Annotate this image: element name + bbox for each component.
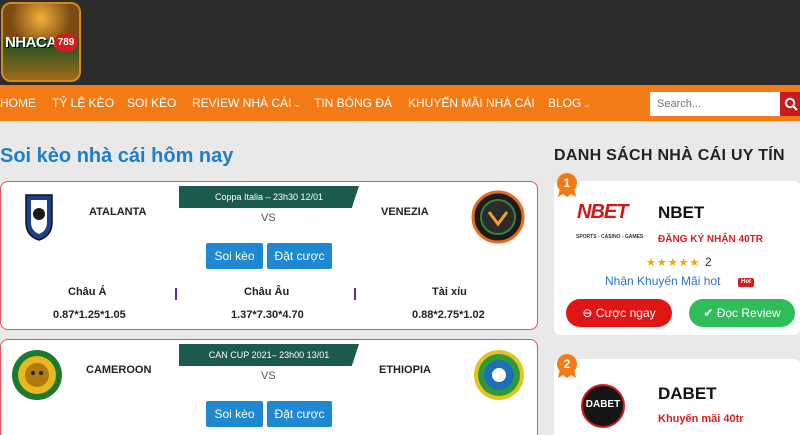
odds-label-over-under: Tài xỉu [432,286,467,298]
search-icon [784,97,798,111]
read-review-label: Đọc Review [716,306,781,320]
chevron-down-icon: ⌄ [583,99,591,109]
top-header [0,0,800,85]
promo-link[interactable]: Nhận Khuyến Mãi hot [605,274,720,288]
atalanta-logo-icon [25,194,53,241]
home-team-name: ATALANTA [89,206,147,218]
odds-divider [354,288,356,300]
nav-item-khuyen-mai[interactable]: KHUYẾN MÃI NHÀ CÁI [408,85,535,121]
odds-divider [175,288,177,300]
logo-number: 789 [54,34,78,52]
nav-item-ty-le-keo[interactable]: TỶ LỆ KÈO [52,85,114,121]
read-review-button[interactable]: ✔ Đọc Review [689,299,795,327]
soi-keo-button[interactable]: Soi kèo [206,243,263,269]
page-title: Soi kèo nhà cái hôm nay [0,145,234,167]
chevron-down-icon: ⌄ [293,99,301,109]
bet-now-label: Cược ngay [595,306,656,320]
rating-count: 2 [705,255,712,269]
match-card: CAN CUP 2021– 23h00 13/01 CAMEROON VS ET… [0,339,538,435]
away-team-name: ETHIOPIA [379,364,431,376]
nav-item-review-nha-cai[interactable]: REVIEW NHÀ CÁI ⌄ [192,85,301,121]
bookmaker-name[interactable]: DABET [658,384,717,404]
check-icon: ✔ [703,306,714,320]
logo-text: NHACAI [5,34,61,51]
cameroon-logo-icon [12,350,62,400]
dabet-logo-text: DABET [585,399,621,410]
site-logo[interactable]: NHACAI 789 [1,2,81,82]
home-team-name: CAMEROON [86,364,152,376]
nbet-logo-subtext: SPORTS - CASINO - GAMES [576,234,644,240]
soi-keo-button[interactable]: Soi kèo [206,401,263,427]
dabet-logo[interactable]: DABET [581,384,625,428]
bookmaker-name[interactable]: NBET [658,203,704,223]
rank-number: 1 [563,176,571,190]
search-input[interactable] [650,92,780,116]
rating-stars-icon: ★★★★★ [646,257,701,269]
bookmaker-offer: ĐĂNG KÝ NHẬN 40TR [658,234,764,245]
dat-cuoc-button[interactable]: Đặt cược [267,401,332,427]
ethiopia-logo-icon [474,350,524,400]
away-team-name: VENEZIA [381,206,429,218]
nav-item-tin-bong-da[interactable]: TIN BÓNG ĐÁ [314,85,392,121]
rank-number: 2 [563,357,571,371]
odds-value-over-under: 0.88*2.75*1.02 [412,309,485,321]
bet-now-button[interactable]: ⊖ Cược ngay [566,299,672,327]
search-button[interactable] [780,92,800,116]
bet-icon: ⊖ [582,306,593,320]
dat-cuoc-button[interactable]: Đặt cược [267,243,332,269]
odds-label-asian: Châu Á [68,286,107,298]
odds-label-european: Châu Âu [244,286,290,298]
competition-banner: Coppa Italia – 23h30 12/01 [179,186,359,208]
venezia-logo-icon [471,190,525,244]
vs-label: VS [261,212,276,224]
nav-item-home[interactable]: HOME [0,85,36,121]
vs-label: VS [261,370,276,382]
odds-value-european: 1.37*7.30*4.70 [231,309,304,321]
odds-value-asian: 0.87*1.25*1.05 [53,309,126,321]
nav-item-blog[interactable]: BLOG ⌄ [548,85,591,121]
nav-item-soi-keo[interactable]: SOI KÈO [127,85,176,121]
sidebar-title: DANH SÁCH NHÀ CÁI UY TÍN [554,147,785,164]
nbet-logo[interactable]: NBET SPORTS - CASINO - GAMES [574,201,643,249]
nav-label: BLOG [548,96,582,110]
bookmaker-offer: Khuyến mãi 40tr [658,413,744,425]
competition-banner: CAN CUP 2021– 23h00 13/01 [179,344,359,366]
nav-label: REVIEW NHÀ CÁI [192,96,292,110]
match-card: Coppa Italia – 23h30 12/01 ATALANTA VS V… [0,181,538,330]
nbet-logo-text: NBET [577,201,628,223]
hot-badge: Hot [738,278,754,287]
